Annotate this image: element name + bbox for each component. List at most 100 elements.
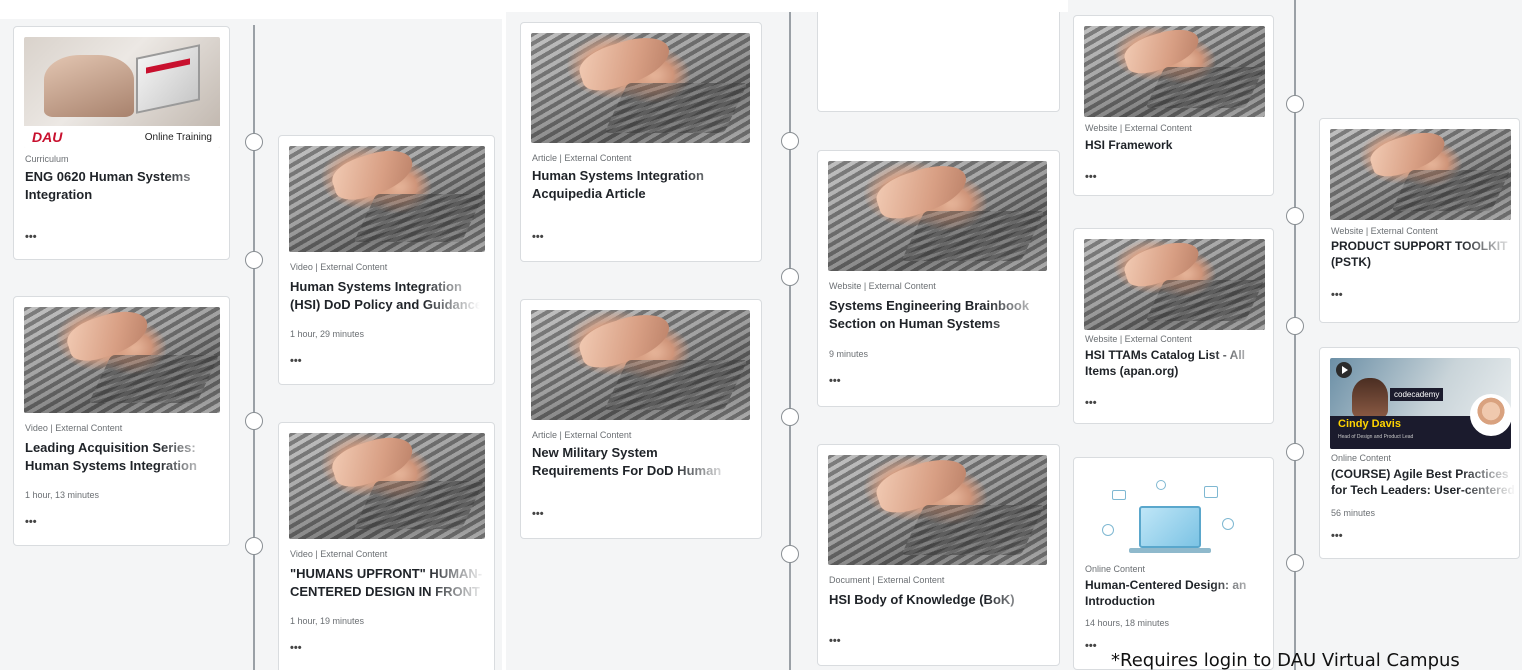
timeline-node bbox=[245, 251, 263, 269]
timeline-node bbox=[781, 132, 799, 150]
content-title[interactable]: HSI Body of Knowledge (BoK) bbox=[829, 591, 1051, 609]
more-options-button[interactable]: ••• bbox=[25, 231, 37, 243]
content-title[interactable]: Human Systems Integration Acquipedia Arti… bbox=[532, 167, 747, 203]
timeline-line bbox=[789, 12, 791, 670]
content-card[interactable]: Video | External Content "HUMANS UPFRONT… bbox=[278, 422, 495, 670]
laptop-thumbnail bbox=[1084, 26, 1265, 117]
timeline-panel-2: Article | External Content Human Systems… bbox=[506, 12, 1068, 670]
laptop-thumbnail bbox=[289, 146, 485, 252]
dau-logo: DAU bbox=[32, 129, 63, 145]
timeline-line bbox=[253, 25, 255, 670]
more-options-button[interactable]: ••• bbox=[1085, 640, 1097, 652]
content-title[interactable]: (COURSE) Agile Best Practices for Tech Le… bbox=[1331, 466, 1516, 498]
content-title[interactable]: Human Systems Integration (HSI) DoD Polic… bbox=[290, 278, 480, 314]
content-card[interactable] bbox=[817, 12, 1060, 112]
content-title[interactable]: HSI TTAMs Catalog List - All Items (apan.… bbox=[1085, 347, 1265, 379]
instructor-avatar bbox=[1470, 394, 1511, 436]
content-card[interactable]: Website | External Content PRODUCT SUPPO… bbox=[1319, 118, 1520, 323]
content-type: Website | External Content bbox=[1331, 226, 1438, 236]
content-card[interactable]: Document | External Content HSI Body of … bbox=[817, 444, 1060, 666]
content-card[interactable]: DAU Online Training Curriculum ENG 0620 … bbox=[13, 26, 230, 260]
instructor-name: Cindy Davis bbox=[1338, 418, 1401, 430]
timeline-node bbox=[781, 545, 799, 563]
laptop-thumbnail bbox=[531, 310, 750, 420]
content-title[interactable]: Human-Centered Design: an Introduction bbox=[1085, 577, 1265, 609]
course-thumbnail: DAU Online Training bbox=[24, 37, 220, 148]
content-type: Online Content bbox=[1331, 453, 1392, 463]
content-title[interactable]: ENG 0620 Human Systems Integration bbox=[25, 168, 223, 204]
content-card[interactable]: Video | External Content Leading Acquisi… bbox=[13, 296, 230, 546]
laptop-thumbnail bbox=[289, 433, 485, 539]
timeline-node bbox=[245, 412, 263, 430]
person-left-image bbox=[1352, 378, 1388, 418]
duration: 14 hours, 18 minutes bbox=[1085, 618, 1170, 628]
timeline-panel-1: DAU Online Training Curriculum ENG 0620 … bbox=[0, 19, 502, 670]
content-type: Video | External Content bbox=[25, 423, 123, 433]
content-card[interactable]: Website | External Content HSI Framework… bbox=[1073, 15, 1274, 196]
content-card[interactable]: codecademy Cindy Davis Head of Design an… bbox=[1319, 347, 1520, 559]
more-options-button[interactable]: ••• bbox=[829, 375, 841, 387]
more-options-button[interactable]: ••• bbox=[1331, 289, 1343, 301]
content-type: Website | External Content bbox=[1085, 123, 1192, 133]
laptop-thumbnail bbox=[1084, 239, 1265, 330]
duration: 9 minutes bbox=[829, 349, 869, 359]
content-title[interactable]: Leading Acquisition Series: Human Systems… bbox=[25, 439, 215, 475]
timeline-node bbox=[1286, 443, 1304, 461]
content-title[interactable]: New Military System Requirements For DoD … bbox=[532, 444, 732, 480]
content-card[interactable]: Video | External Content Human Systems I… bbox=[278, 135, 495, 385]
laptop-thumbnail bbox=[531, 33, 750, 143]
duration: 1 hour, 19 minutes bbox=[290, 616, 365, 626]
laptop-icon bbox=[1139, 506, 1201, 548]
more-options-button[interactable]: ••• bbox=[1085, 171, 1097, 183]
timeline-node bbox=[1286, 317, 1304, 335]
content-card[interactable]: Article | External Content Human Systems… bbox=[520, 22, 762, 262]
content-card[interactable]: Online Content Human-Centered Design: an… bbox=[1073, 457, 1274, 670]
content-type: Article | External Content bbox=[532, 430, 632, 440]
laptop-image bbox=[136, 44, 200, 114]
timeline-panel-3: Website | External Content HSI Framework… bbox=[1068, 0, 1522, 670]
content-type: Curriculum bbox=[25, 154, 69, 164]
content-type: Online Content bbox=[1085, 564, 1146, 574]
more-options-button[interactable]: ••• bbox=[1085, 397, 1097, 409]
more-options-button[interactable]: ••• bbox=[25, 516, 37, 528]
timeline-node bbox=[781, 268, 799, 286]
content-title[interactable]: HSI Framework bbox=[1085, 136, 1265, 154]
content-card[interactable]: Website | External Content Systems Engin… bbox=[817, 150, 1060, 407]
content-card[interactable]: Website | External Content HSI TTAMs Cat… bbox=[1073, 228, 1274, 424]
timeline-node bbox=[245, 133, 263, 151]
laptop-thumbnail bbox=[828, 455, 1047, 565]
content-type: Document | External Content bbox=[829, 575, 945, 585]
more-options-button[interactable]: ••• bbox=[829, 635, 841, 647]
more-options-button[interactable]: ••• bbox=[1331, 530, 1343, 542]
content-card[interactable]: Article | External Content New Military … bbox=[520, 299, 762, 539]
timeline-node bbox=[245, 537, 263, 555]
laptop-thumbnail bbox=[1330, 129, 1511, 220]
more-options-button[interactable]: ••• bbox=[532, 231, 544, 243]
person-image bbox=[44, 55, 134, 117]
content-title[interactable]: Systems Engineering Brainbook Section on … bbox=[829, 297, 1051, 333]
timeline-node bbox=[1286, 95, 1304, 113]
design-illustration bbox=[1084, 468, 1265, 566]
timeline-node bbox=[1286, 554, 1304, 572]
instructor-role: Head of Design and Product Lead bbox=[1338, 434, 1414, 440]
duration: 1 hour, 13 minutes bbox=[25, 490, 100, 500]
content-title[interactable]: PRODUCT SUPPORT TOOLKIT (PSTK) bbox=[1331, 238, 1516, 270]
login-footnote: *Requires login to DAU Virtual Campus bbox=[1111, 650, 1460, 670]
content-type: Article | External Content bbox=[532, 153, 632, 163]
play-icon[interactable] bbox=[1336, 362, 1352, 378]
laptop-thumbnail bbox=[24, 307, 220, 413]
content-title[interactable]: "HUMANS UPFRONT" HUMAN- CENTERED DESIGN I… bbox=[290, 565, 486, 601]
laptop-thumbnail bbox=[828, 161, 1047, 271]
content-type: Website | External Content bbox=[829, 281, 936, 291]
duration: 56 minutes bbox=[1331, 508, 1376, 518]
content-type: Video | External Content bbox=[290, 262, 388, 272]
timeline-node bbox=[1286, 207, 1304, 225]
timeline-node bbox=[781, 408, 799, 426]
more-options-button[interactable]: ••• bbox=[290, 642, 302, 654]
online-training-label: Online Training bbox=[144, 132, 212, 143]
more-options-button[interactable]: ••• bbox=[532, 508, 544, 520]
content-type: Website | External Content bbox=[1085, 334, 1192, 344]
codecademy-logo: codecademy bbox=[1390, 388, 1444, 401]
content-type: Video | External Content bbox=[290, 549, 388, 559]
more-options-button[interactable]: ••• bbox=[290, 355, 302, 367]
